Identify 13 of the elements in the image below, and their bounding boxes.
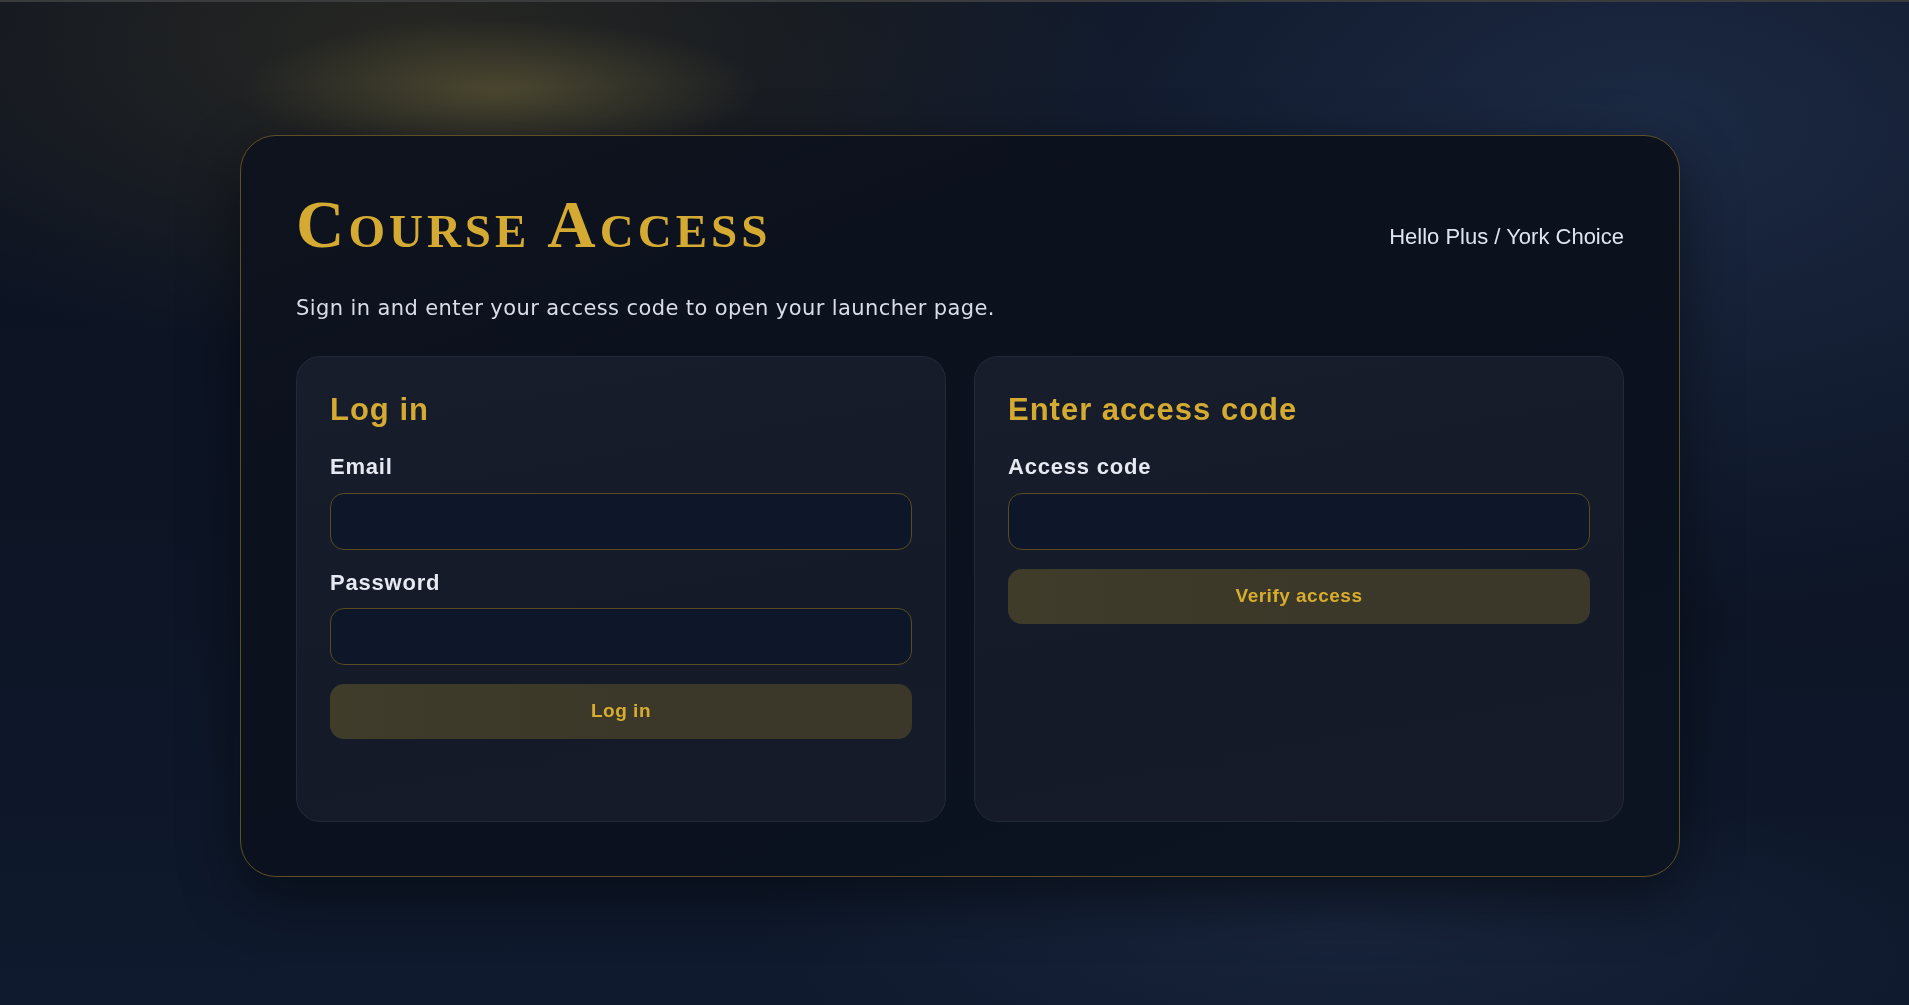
- input-field[interactable]: [330, 492, 912, 550]
- field-label: Email: [330, 454, 393, 481]
- input-field[interactable]: [1008, 492, 1590, 550]
- subtitle-text: Sign in and enter your access code to open your launcher page.: [296, 294, 996, 322]
- submit-button[interactable]: Verify access: [1008, 568, 1590, 624]
- field-label: Password: [330, 569, 441, 596]
- page-title: Course Access: [296, 188, 772, 262]
- brand-label: Hello Plus / York Choice: [1389, 223, 1624, 250]
- field-label: Access code: [1008, 454, 1152, 481]
- panel-heading: Log in: [330, 391, 429, 429]
- input-field[interactable]: [330, 607, 912, 665]
- submit-button[interactable]: Log in: [330, 683, 912, 739]
- panel-heading: Enter access code: [1008, 391, 1298, 429]
